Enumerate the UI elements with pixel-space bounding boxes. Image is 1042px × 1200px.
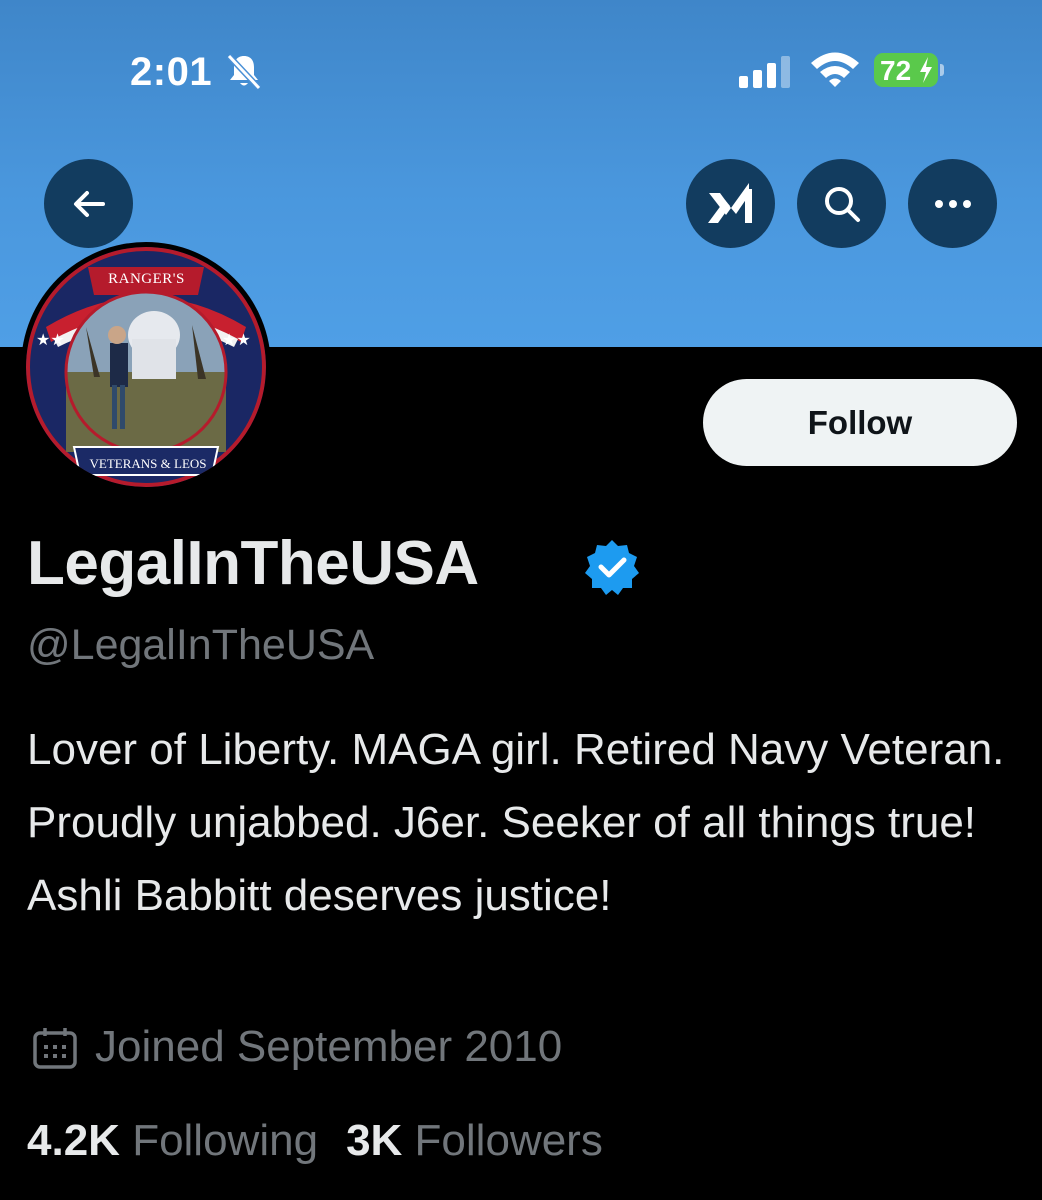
followers-label: Followers: [414, 1116, 603, 1165]
svg-text:★★: ★★: [222, 330, 251, 349]
grok-button[interactable]: [686, 159, 775, 248]
following-label: Following: [132, 1116, 319, 1165]
profile-avatar[interactable]: ★★ ★★ RANGER'S VETERANS & LEOS: [21, 242, 271, 492]
cellular-signal-icon: [739, 56, 790, 88]
battery-level: 72: [880, 55, 912, 86]
joined-date: Joined September 2010: [95, 1022, 563, 1071]
more-button[interactable]: [908, 159, 997, 248]
avatar-top-text: RANGER'S: [108, 271, 185, 287]
search-icon: [824, 186, 860, 222]
profile-bio: Lover of Liberty. MAGA girl. Retired Nav…: [27, 725, 1005, 920]
back-button[interactable]: [44, 159, 133, 248]
verified-badge-icon: [585, 540, 639, 595]
silent-bell-icon: [226, 53, 262, 90]
avatar-bottom-text: VETERANS & LEOS: [89, 456, 207, 471]
wifi-icon: [811, 52, 859, 87]
svg-text:★★: ★★: [36, 330, 65, 349]
follow-button[interactable]: Follow: [703, 379, 1017, 466]
followers-link[interactable]: 3K Followers: [346, 1116, 603, 1165]
following-link[interactable]: 4.2K Following: [27, 1116, 318, 1165]
battery-indicator: 72: [874, 53, 944, 87]
followers-count: 3K: [346, 1116, 403, 1165]
following-count: 4.2K: [27, 1116, 120, 1165]
follow-stats: 4.2K Following 3K Followers: [27, 1116, 603, 1166]
status-time: 2:01: [130, 50, 213, 94]
display-name: LegalInTheUSA: [27, 529, 479, 598]
more-icon: [934, 199, 971, 208]
charging-bolt-icon: [920, 57, 932, 83]
back-arrow-icon: [73, 190, 105, 217]
calendar-icon: [33, 1028, 77, 1069]
search-button[interactable]: [797, 159, 886, 248]
user-handle: @LegalInTheUSA: [27, 621, 375, 669]
grok-icon: [707, 182, 752, 223]
